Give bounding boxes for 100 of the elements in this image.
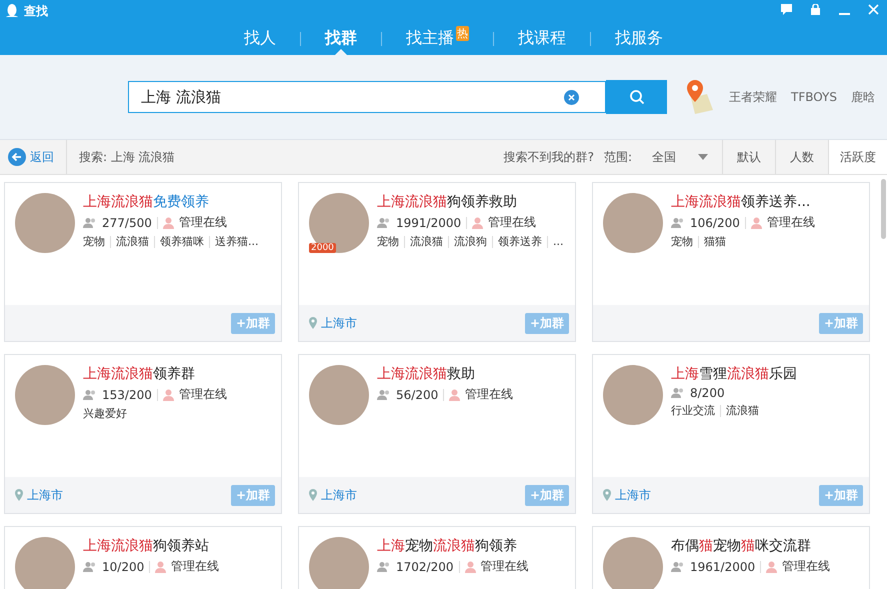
group-title[interactable]: 上海宠物流浪猫狗领养 <box>377 537 528 555</box>
group-tag: ... <box>553 235 564 248</box>
back-button[interactable]: 返回 <box>0 140 67 174</box>
admin-status: 管理在线 <box>465 386 514 403</box>
hot-keyword-link[interactable]: TFBOYS <box>791 90 837 104</box>
admin-icon <box>162 216 174 228</box>
group-tag: 领养送养 <box>498 234 542 249</box>
admin-status: 管理在线 <box>488 214 536 231</box>
member-count: 153/200 <box>102 388 152 402</box>
admin-status: 管理在线 <box>178 386 227 403</box>
sort-tab[interactable]: 活跃度 <box>828 140 887 174</box>
member-count: 56/200 <box>396 388 438 402</box>
admin-status: 管理在线 <box>178 214 227 231</box>
admin-status: 管理在线 <box>766 214 815 231</box>
location-pin-icon <box>603 489 611 501</box>
lock-icon[interactable] <box>810 4 821 15</box>
admin-icon <box>750 216 762 228</box>
group-tag: 猫猫 <box>704 234 726 249</box>
location-text: 上海市 <box>321 314 357 332</box>
members-icon <box>671 216 685 228</box>
location-text: 上海市 <box>27 486 63 504</box>
group-avatar-placeholder <box>15 537 75 589</box>
location-pin-icon <box>15 489 23 501</box>
location-text: 上海市 <box>615 486 651 504</box>
scrollbar-thumb[interactable] <box>881 179 886 239</box>
member-count: 8/200 <box>690 386 725 400</box>
close-icon[interactable] <box>868 4 879 15</box>
members-icon <box>83 388 97 400</box>
search-icon <box>628 89 644 105</box>
group-card[interactable]: 上海流浪猫领养群 153/200 管理在线 兴趣爱好 上海市 +加群 <box>4 354 282 514</box>
admin-icon <box>472 216 484 228</box>
group-tag: 流浪猫 <box>726 403 759 418</box>
group-tag: 领养猫咪 <box>160 234 204 249</box>
map-pin-icon[interactable] <box>685 80 715 114</box>
group-tag: 流浪狗 <box>454 234 487 249</box>
admin-icon <box>464 560 476 572</box>
members-icon <box>377 216 391 228</box>
admin-icon <box>449 388 460 400</box>
group-card[interactable]: 上海流浪猫免费领养 277/500 管理在线 宠物 流浪猫 领养猫咪 送养猫... +加群 <box>4 182 282 342</box>
admin-status: 管理在线 <box>171 558 220 575</box>
group-title[interactable]: 上海流浪猫领养群 <box>83 365 227 383</box>
search-box[interactable]: 上海 流浪猫 <box>128 81 606 113</box>
hot-keyword-link[interactable]: 王者荣耀 <box>729 88 777 106</box>
location-text: 上海市 <box>321 486 357 504</box>
group-card[interactable]: 布偶猫宠物猫咪交流群 1961/2000 管理在线 <box>592 526 870 589</box>
group-card[interactable]: 上海流浪猫狗领养站 10/200 管理在线 <box>4 526 282 589</box>
admin-icon <box>155 560 166 572</box>
admin-status: 管理在线 <box>782 558 830 575</box>
group-card[interactable]: 上海流浪猫领养送养... 106/200 管理在线 宠物 猫猫 +加群 <box>592 182 870 342</box>
search-query-label: 搜索: 上海 流浪猫 <box>79 148 176 166</box>
group-title[interactable]: 上海流浪猫救助 <box>377 365 514 383</box>
location-pin-icon <box>309 317 317 329</box>
group-tag: 宠物 <box>377 234 399 249</box>
search-field[interactable]: 上海 流浪猫 <box>139 87 564 107</box>
members-icon <box>83 216 97 228</box>
group-title[interactable]: 上海雪狸流浪猫乐园 <box>671 365 797 383</box>
location-pin-icon <box>309 489 317 501</box>
group-avatar-placeholder <box>309 537 369 589</box>
range-label: 范围: <box>604 148 632 166</box>
clear-icon[interactable] <box>564 90 579 104</box>
help-link[interactable]: 搜索不到我的群? <box>504 148 594 166</box>
range-dropdown[interactable]: 全国 <box>652 148 708 166</box>
group-tag: 流浪猫 <box>116 234 149 249</box>
group-tag: 宠物 <box>83 234 105 249</box>
group-title[interactable]: 上海流浪猫狗领养站 <box>83 537 220 555</box>
level-badge: 2000 <box>309 243 336 253</box>
feedback-icon[interactable] <box>781 4 792 15</box>
group-tag: 流浪猫 <box>410 234 443 249</box>
window-title: 查找 <box>24 2 48 20</box>
members-icon <box>377 388 391 400</box>
member-count: 1702/200 <box>396 560 454 574</box>
group-card[interactable]: 上海雪狸流浪猫乐园 8/200 行业交流 流浪猫 上海市 +加群 <box>592 354 870 514</box>
group-title[interactable]: 布偶猫宠物猫咪交流群 <box>671 537 830 555</box>
group-tag: 送养猫... <box>215 234 258 249</box>
group-avatar-placeholder <box>603 537 663 589</box>
group-title[interactable]: 上海流浪猫领养送养... <box>671 193 815 211</box>
penguin-logo-icon <box>6 4 18 18</box>
members-icon <box>377 560 391 572</box>
group-title[interactable]: 上海流浪猫狗领养救助 <box>377 193 564 211</box>
members-icon <box>671 387 685 399</box>
caret-icon <box>698 154 708 160</box>
group-card[interactable]: 2000 上海流浪猫狗领养救助 1991/2000 管理在线 宠物 流浪猫 流浪狗 领养送养 ... 上海市 +加群 <box>298 182 576 342</box>
member-count: 1991/2000 <box>396 216 462 230</box>
group-tag: 兴趣爱好 <box>83 406 127 421</box>
group-card[interactable]: 上海流浪猫救助 56/200 管理在线 上海市 +加群 <box>298 354 576 514</box>
member-count: 10/200 <box>102 560 144 574</box>
admin-status: 管理在线 <box>480 558 528 575</box>
admin-icon <box>766 560 778 572</box>
group-title[interactable]: 上海流浪猫免费领养 <box>83 193 258 211</box>
hot-badge: 热 <box>456 26 469 41</box>
member-count: 277/500 <box>102 216 152 230</box>
member-count: 1961/2000 <box>690 560 756 574</box>
admin-icon <box>162 388 174 400</box>
search-button[interactable] <box>606 80 667 114</box>
member-count: 106/200 <box>690 216 740 230</box>
group-card[interactable]: 上海宠物流浪猫狗领养 1702/200 管理在线 <box>298 526 576 589</box>
group-tag: 行业交流 <box>671 403 715 418</box>
hot-keyword-link[interactable]: 鹿晗 <box>851 88 875 106</box>
members-icon <box>83 560 97 572</box>
members-icon <box>671 560 685 572</box>
